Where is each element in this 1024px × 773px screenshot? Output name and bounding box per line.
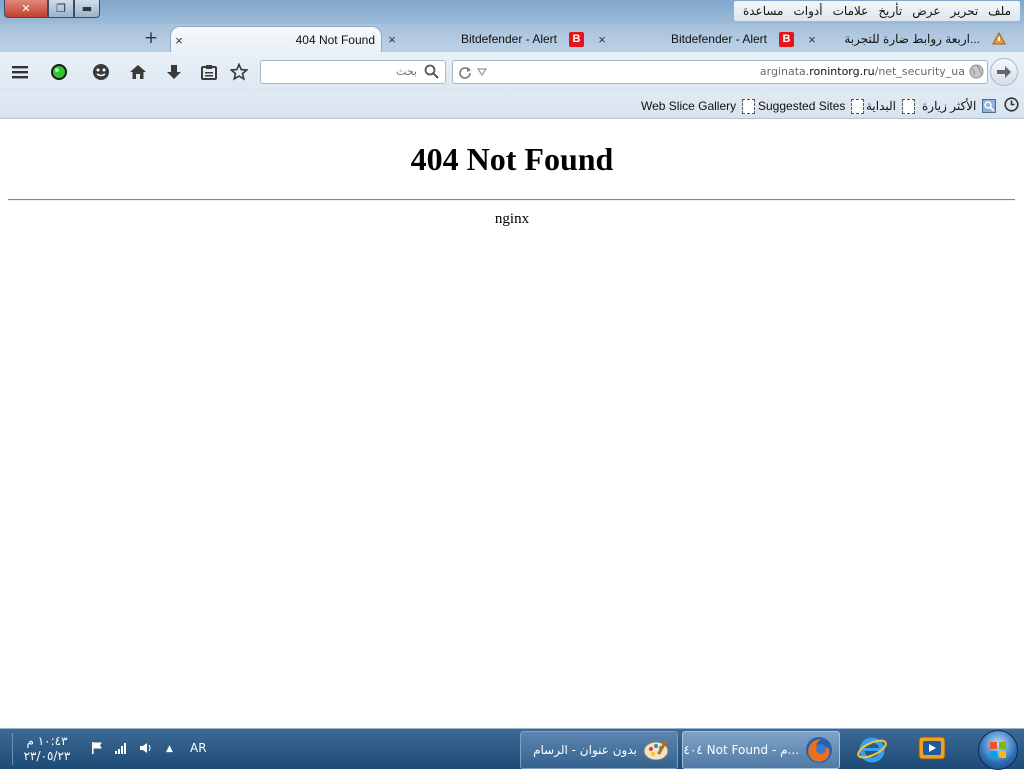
url-text[interactable]: arginata.ronintorg.ru/net_security_ua bbox=[760, 65, 965, 78]
taskbar-paint-window[interactable]: بدون عنوان - الرسام bbox=[520, 731, 678, 769]
tray-clock[interactable]: ١٠:٤٣ م ٢٣/٠٥/٢٣ bbox=[18, 734, 76, 764]
page-icon bbox=[851, 98, 865, 114]
hamburger-menu-icon[interactable] bbox=[10, 62, 30, 82]
action-center-flag-icon[interactable] bbox=[90, 741, 104, 755]
search-box[interactable] bbox=[260, 60, 446, 84]
close-window-button[interactable]: ✕ bbox=[4, 0, 48, 18]
restore-window-button[interactable]: ❐ bbox=[48, 0, 74, 18]
bitdefender-icon: B bbox=[569, 31, 584, 47]
menu-bar: ملف تحرير عرض تأريخ علامات أدوات مساعدة bbox=[733, 1, 1020, 21]
show-desktop-button[interactable] bbox=[4, 733, 13, 765]
taskbar-firefox-window[interactable]: ٤٠٤ Not Found - م... bbox=[682, 731, 840, 769]
bookmark-suggested-sites[interactable]: Suggested Sites bbox=[758, 98, 865, 114]
clock-time: ١٠:٤٣ م bbox=[26, 734, 68, 748]
taskbar: ١٠:٤٣ م ٢٣/٠٥/٢٣ ▲ AR بدون عنوان - الرسا… bbox=[0, 728, 1024, 770]
url-dropdown-icon[interactable] bbox=[477, 68, 487, 76]
tab-404-not-found[interactable]: × 404 Not Found bbox=[170, 26, 382, 53]
task-label: ٤٠٤ Not Found - م... bbox=[683, 743, 800, 757]
minimize-window-button[interactable]: ▬ bbox=[74, 0, 100, 18]
menu-help[interactable]: مساعدة bbox=[738, 4, 789, 18]
menu-file[interactable]: ملف bbox=[983, 4, 1016, 18]
bookmark-most-visited[interactable]: الأكثر زيارة bbox=[922, 98, 997, 114]
bookmarks-toolbar: الأكثر زيارة البداية Suggested Sites Web… bbox=[0, 92, 1024, 119]
reload-icon[interactable] bbox=[458, 65, 472, 79]
show-hidden-icons-button[interactable]: ▲ bbox=[166, 744, 173, 754]
bookmark-label: الأكثر زيارة bbox=[922, 99, 977, 113]
site-favicon-icon bbox=[992, 32, 1006, 45]
bookmark-label: Suggested Sites bbox=[758, 99, 846, 113]
volume-icon[interactable] bbox=[139, 741, 153, 755]
url-path: /net_security_ua bbox=[874, 65, 965, 78]
history-clock-icon[interactable] bbox=[1004, 97, 1019, 112]
globe-icon[interactable] bbox=[969, 64, 984, 79]
page-icon bbox=[902, 98, 916, 114]
url-domain: ronintorg.ru bbox=[809, 65, 875, 78]
page-icon bbox=[742, 98, 756, 114]
clock-date: ٢٣/٠٥/٢٣ bbox=[23, 749, 71, 763]
status-green-icon[interactable] bbox=[49, 62, 69, 82]
tab-title: 404 Not Found bbox=[295, 33, 375, 47]
smart-bookmark-icon bbox=[982, 99, 997, 113]
search-icon[interactable] bbox=[424, 64, 439, 79]
go-forward-button[interactable] bbox=[990, 58, 1018, 86]
menu-edit[interactable]: تحرير bbox=[946, 4, 984, 18]
address-bar[interactable]: arginata.ronintorg.ru/net_security_ua bbox=[452, 60, 988, 84]
tab-bitdefender-alert-2[interactable]: × Bitdefender - Alert B bbox=[594, 26, 794, 52]
task-label: بدون عنوان - الرسام bbox=[533, 743, 637, 757]
menu-bookmarks[interactable]: علامات bbox=[828, 4, 874, 18]
bookmark-label: Web Slice Gallery bbox=[641, 99, 737, 113]
tab-title: Bitdefender - Alert bbox=[460, 32, 557, 46]
tab-close-icon[interactable]: × bbox=[594, 32, 610, 47]
server-signature: nginx bbox=[494, 211, 530, 227]
internet-explorer-icon[interactable] bbox=[856, 733, 888, 765]
tab-strip: + × 404 Not Found × Bitdefender - Alert … bbox=[0, 24, 1024, 53]
menu-tools[interactable]: أدوات bbox=[789, 4, 828, 18]
paint-icon bbox=[643, 739, 669, 761]
firefox-icon bbox=[806, 737, 832, 763]
tab-title: اربعة روابط ضارة للتجربة... bbox=[844, 32, 980, 46]
bookmark-web-slice-gallery[interactable]: Web Slice Gallery bbox=[641, 98, 756, 114]
tab-bitdefender-alert-1[interactable]: × Bitdefender - Alert B bbox=[384, 26, 584, 52]
media-player-icon[interactable] bbox=[918, 735, 948, 763]
divider bbox=[8, 199, 1015, 201]
tab-malicious-links[interactable]: × اربعة روابط ضارة للتجربة... bbox=[804, 26, 1006, 52]
navigation-toolbar: arginata.ronintorg.ru/net_security_ua bbox=[0, 52, 1024, 92]
bookmark-label: البداية bbox=[866, 99, 897, 113]
page-content: 404 Not Found nginx bbox=[0, 119, 1024, 728]
tab-close-icon[interactable]: × bbox=[384, 32, 400, 47]
url-prefix: arginata. bbox=[759, 65, 810, 78]
bitdefender-icon: B bbox=[779, 31, 794, 47]
menu-view[interactable]: عرض bbox=[907, 4, 945, 18]
clipboard-icon[interactable] bbox=[199, 62, 219, 82]
title-bar: ✕ ❐ ▬ ملف تحرير عرض تأريخ علامات أدوات م… bbox=[0, 0, 1024, 24]
bookmark-getting-started[interactable]: البداية bbox=[866, 98, 916, 114]
tab-close-icon[interactable]: × bbox=[171, 33, 187, 48]
tab-title: Bitdefender - Alert bbox=[670, 32, 767, 46]
arrow-right-icon bbox=[997, 66, 1011, 78]
download-icon[interactable] bbox=[164, 62, 184, 82]
search-input[interactable] bbox=[265, 64, 419, 79]
home-icon[interactable] bbox=[128, 62, 148, 82]
new-tab-button[interactable]: + bbox=[143, 28, 159, 48]
smiley-icon[interactable] bbox=[91, 62, 111, 82]
error-heading: 404 Not Found bbox=[410, 141, 614, 177]
window-controls: ✕ ❐ ▬ bbox=[4, 0, 100, 18]
windows-logo-icon bbox=[990, 742, 1006, 758]
network-signal-icon[interactable] bbox=[114, 741, 128, 755]
tab-close-icon[interactable]: × bbox=[804, 32, 820, 47]
start-button[interactable] bbox=[978, 730, 1018, 770]
bookmark-star-icon[interactable] bbox=[229, 62, 249, 82]
menu-history[interactable]: تأريخ bbox=[873, 4, 907, 18]
input-language-indicator[interactable]: AR bbox=[190, 741, 207, 755]
